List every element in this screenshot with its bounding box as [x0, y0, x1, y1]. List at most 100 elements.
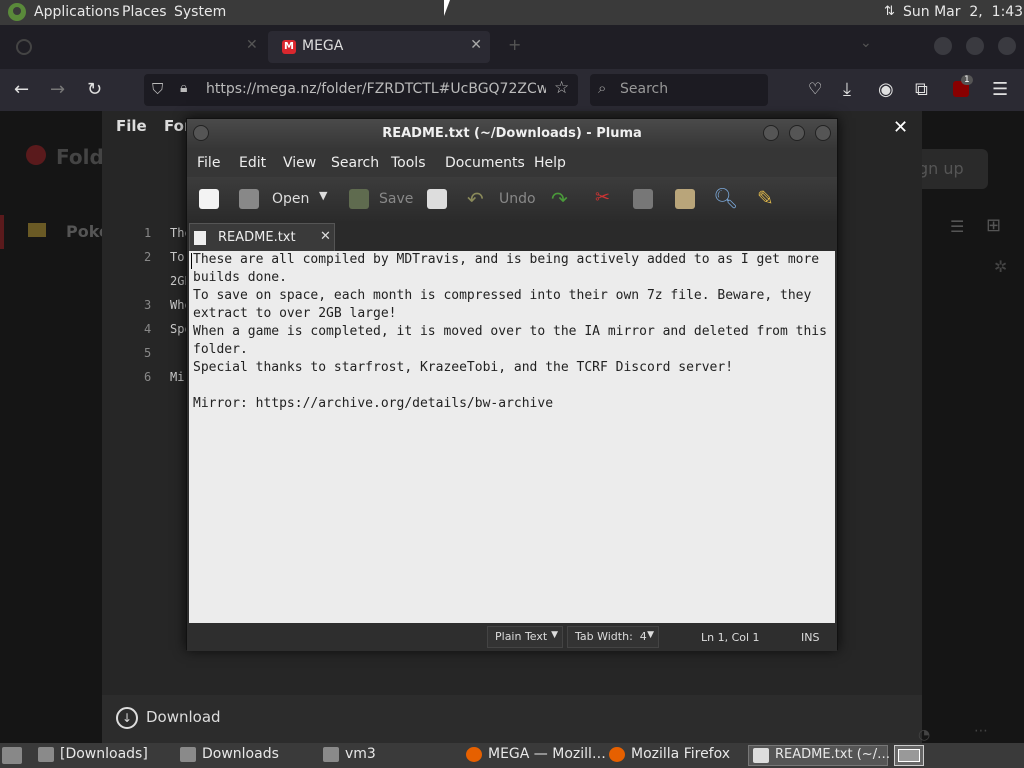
back-icon[interactable]: ← — [14, 79, 29, 100]
undo-icon[interactable]: ↶ — [467, 187, 484, 211]
redo-icon[interactable]: ↷ — [551, 187, 568, 211]
reload-icon[interactable]: ↻ — [87, 79, 102, 100]
selection-bar — [0, 215, 4, 249]
extensions-icon[interactable]: ⧉ — [915, 79, 928, 100]
task-label: [Downloads] — [60, 746, 148, 762]
tab-mega[interactable]: M MEGA ✕ — [268, 31, 490, 63]
save-icon[interactable] — [349, 189, 369, 209]
pluma-statusbar: Plain Text ▼ Tab Width: 4 ▼ Ln 1, Col 1 … — [187, 623, 837, 651]
mega-favicon-icon: M — [282, 40, 296, 54]
tab-strip: ✕ M MEGA ✕ + ⌄ — [0, 25, 1024, 69]
pluma-titlebar[interactable]: README.txt (~/Downloads) - Pluma — [187, 119, 837, 149]
url-bar[interactable]: ⛉ 🔒︎ https://mega.nz/folder/FZRDTCTL#UcB… — [144, 74, 578, 106]
menu-tools[interactable]: Tools — [391, 155, 426, 171]
workspace-switcher[interactable] — [894, 745, 924, 766]
close-window-icon[interactable] — [998, 37, 1016, 55]
account-icon[interactable]: ◉ — [878, 79, 894, 100]
language-label: Plain Text — [495, 630, 548, 643]
preview-close-icon[interactable]: ✕ — [893, 117, 908, 138]
task-label: vm3 — [345, 746, 376, 762]
forward-icon[interactable]: → — [50, 79, 65, 100]
tab-close-icon[interactable]: ✕ — [470, 37, 482, 53]
menu-places[interactable]: Places — [122, 4, 167, 20]
task-downloads[interactable]: Downloads — [176, 745, 316, 766]
menu-help[interactable]: Help — [534, 155, 566, 171]
app-menu-icon[interactable]: ☰ — [992, 79, 1008, 100]
text-file-icon — [194, 231, 206, 245]
download-button[interactable]: Download — [146, 708, 221, 726]
url-text[interactable]: https://mega.nz/folder/FZRDTCTL#UcBGQ72Z… — [206, 81, 546, 97]
text-editor-icon — [753, 748, 769, 763]
search-bar[interactable]: ⌕ Search — [590, 74, 768, 106]
tab-close-icon[interactable]: ✕ — [320, 229, 331, 244]
new-document-icon[interactable] — [199, 189, 219, 209]
open-icon[interactable] — [239, 189, 259, 209]
minimize-icon[interactable] — [763, 125, 779, 141]
download-bar: ↓ Download — [102, 695, 922, 743]
cut-icon[interactable]: ✂ — [595, 187, 610, 208]
download-icon[interactable]: ↓ — [116, 707, 138, 729]
preview-menu-file[interactable]: File — [116, 117, 147, 135]
pluma-toolbar: Open ▼ Save ↶ Undo ↷ ✂ 🔍︎ ✎ — [187, 177, 837, 223]
text-editor[interactable]: These are all compiled by MDTravis, and … — [189, 251, 835, 623]
cursor-position: Ln 1, Col 1 — [701, 631, 760, 644]
find-replace-icon[interactable]: ✎ — [757, 186, 774, 210]
more-options-icon[interactable]: ⋯ — [974, 723, 988, 739]
workspace-1[interactable] — [898, 749, 920, 762]
menu-documents[interactable]: Documents — [445, 155, 525, 171]
undo-button[interactable]: Undo — [499, 191, 536, 207]
save-button[interactable]: Save — [379, 191, 413, 207]
task-label: Mozilla Firefox — [631, 746, 731, 762]
clock[interactable]: Sun Mar 2, 1:43 AM — [903, 4, 1024, 20]
bookmark-star-icon[interactable]: ☆ — [554, 78, 569, 98]
maximize-icon[interactable] — [966, 37, 984, 55]
menu-system[interactable]: System — [174, 4, 226, 20]
search-placeholder: Search — [620, 81, 669, 97]
preview-line-text: Mi — [170, 370, 185, 384]
text-cursor — [191, 253, 192, 269]
minimize-icon[interactable] — [934, 37, 952, 55]
open-button[interactable]: Open — [272, 191, 309, 207]
menu-edit[interactable]: Edit — [239, 155, 266, 171]
panel-arrow-icon[interactable]: ⇅ — [884, 4, 895, 19]
downloads-icon[interactable]: ⤓ — [843, 79, 851, 100]
lock-icon[interactable]: 🔒︎ — [180, 80, 187, 96]
show-desktop-icon[interactable] — [2, 747, 22, 764]
maximize-icon[interactable] — [789, 125, 805, 141]
task-readme-pluma[interactable]: README.txt (~/… — [748, 745, 890, 766]
tab-list-icon[interactable]: ⌄ — [860, 35, 872, 51]
menu-applications[interactable]: Applications — [34, 4, 120, 20]
language-selector[interactable]: Plain Text ▼ — [487, 626, 563, 648]
find-icon[interactable]: 🔍︎ — [713, 186, 738, 210]
list-view-icon[interactable]: ☰ — [950, 217, 964, 236]
task-label: MEGA — Mozill… — [488, 746, 606, 762]
menu-view[interactable]: View — [283, 155, 316, 171]
distro-logo-icon[interactable] — [8, 3, 26, 21]
preview-line-number: 6 — [144, 370, 152, 384]
new-tab-icon[interactable]: + — [508, 35, 521, 54]
menu-search[interactable]: Search — [331, 155, 379, 171]
close-icon[interactable] — [815, 125, 831, 141]
grid-view-icon[interactable]: ⊞ — [986, 215, 1001, 236]
task-downloads-bracket[interactable]: [Downloads] — [34, 745, 174, 766]
menu-file[interactable]: File — [197, 155, 220, 171]
task-mozilla-firefox[interactable]: Mozilla Firefox — [605, 745, 745, 766]
shield-icon[interactable]: ⛉ — [152, 80, 163, 98]
mega-logo-icon — [26, 145, 46, 165]
info-icon[interactable]: ◔ — [918, 727, 930, 743]
task-vm3[interactable]: vm3 — [319, 745, 459, 766]
settings-icon[interactable]: ✲ — [994, 257, 1007, 276]
pocket-icon[interactable]: ♡ — [808, 79, 822, 98]
dropdown-arrow-icon: ▼ — [551, 630, 558, 640]
open-dropdown-icon[interactable]: ▼ — [319, 189, 327, 202]
paste-icon[interactable] — [675, 189, 695, 209]
tab-inactive[interactable]: ✕ — [4, 31, 264, 63]
task-mega-firefox[interactable]: MEGA — Mozill… — [462, 745, 606, 766]
tab-close-icon[interactable]: ✕ — [246, 37, 258, 53]
tab-width-selector[interactable]: Tab Width: 4 ▼ — [567, 626, 659, 648]
sidebar-folder-item[interactable]: Poke — [0, 215, 110, 249]
preview-line-number: 1 — [144, 226, 152, 240]
document-tab[interactable]: README.txt ✕ — [189, 223, 335, 251]
print-icon[interactable] — [427, 189, 447, 209]
copy-icon[interactable] — [633, 189, 653, 209]
